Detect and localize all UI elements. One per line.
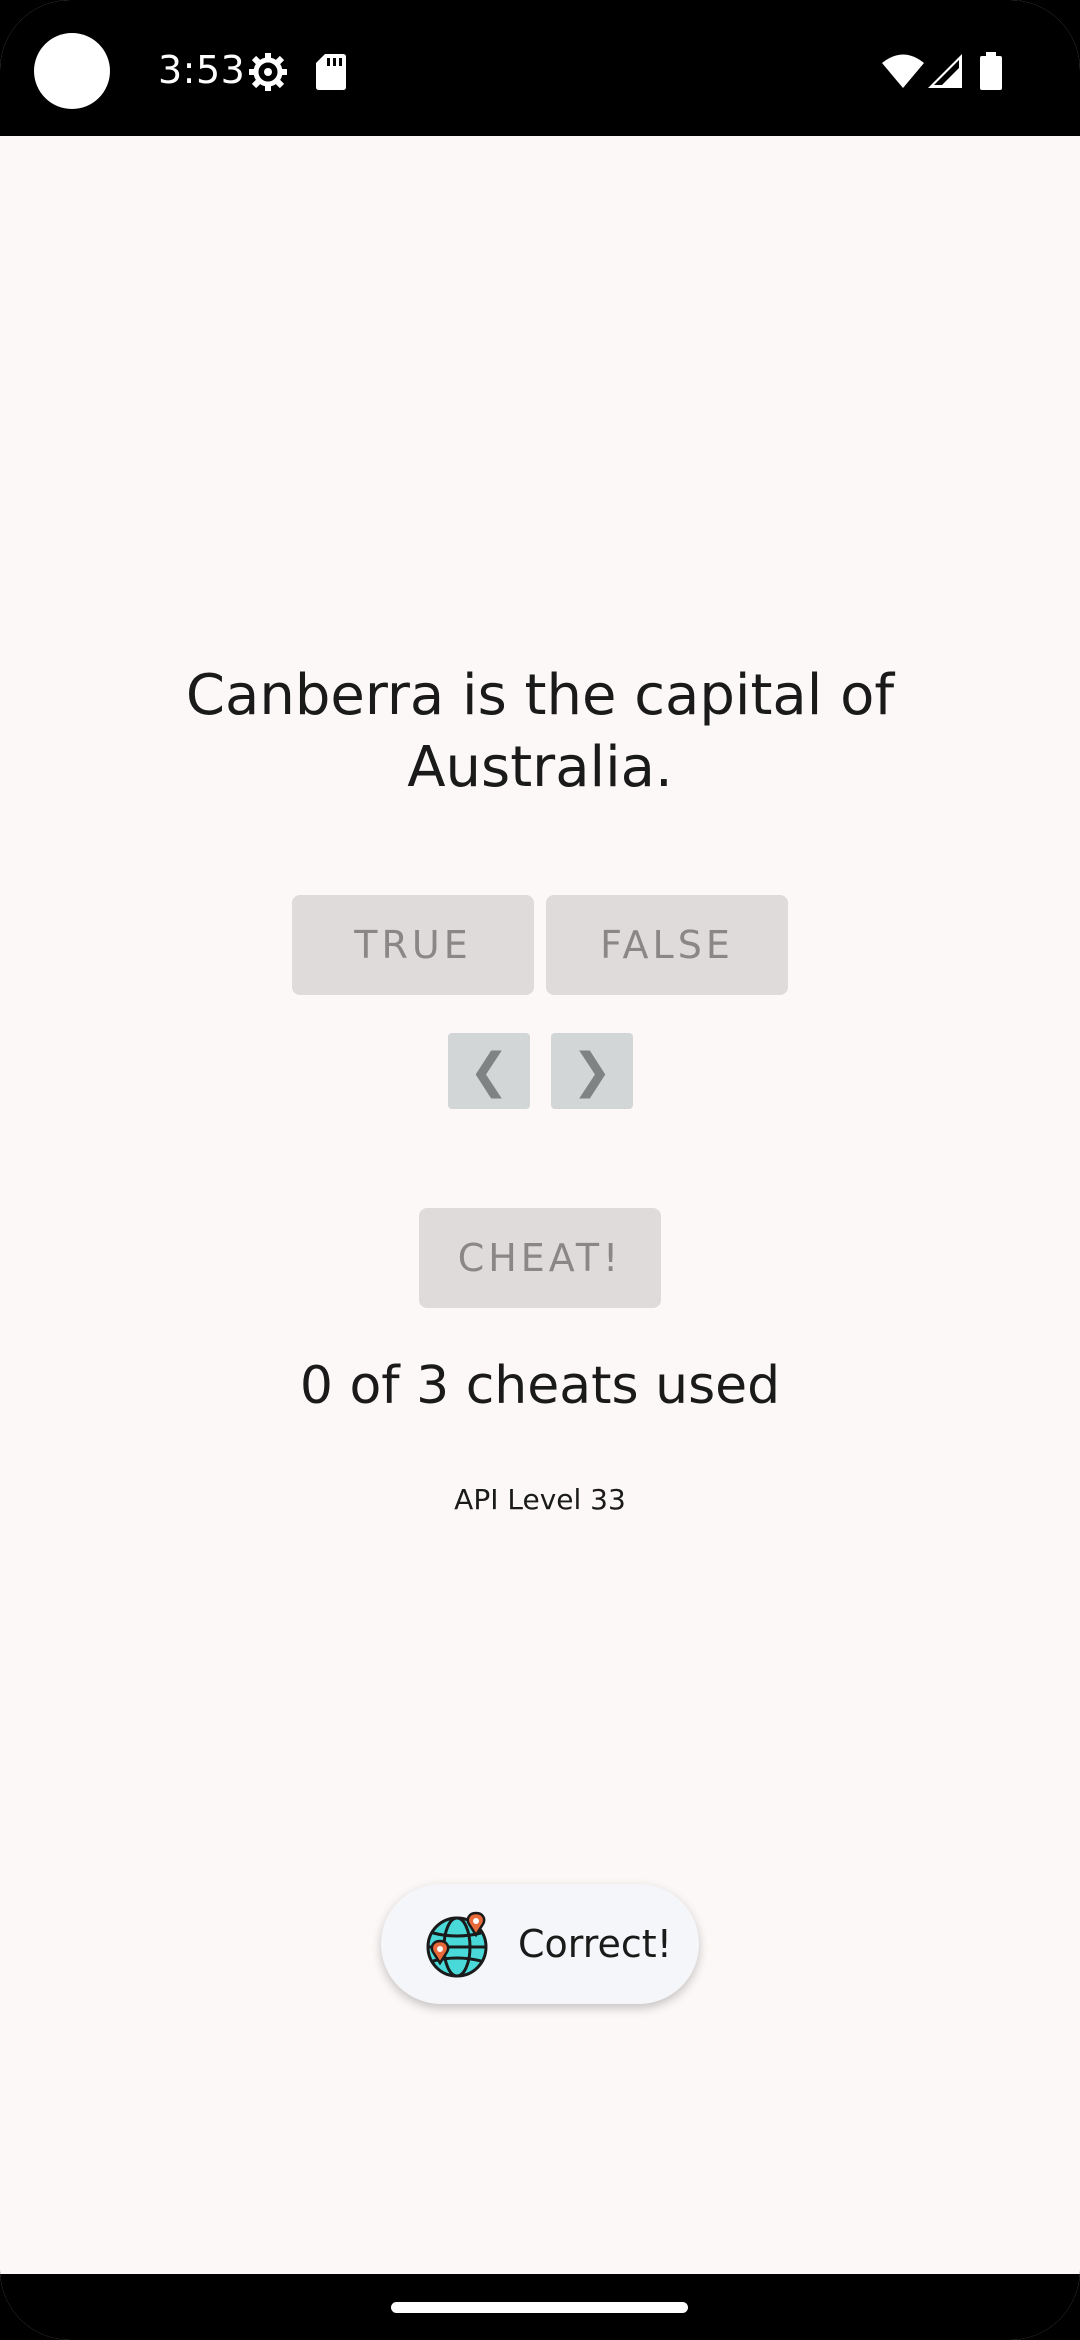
- cheat-button[interactable]: CHEAT!: [419, 1208, 661, 1308]
- next-question-button[interactable]: ❯: [551, 1033, 633, 1109]
- front-camera-cutout: [34, 33, 110, 109]
- chevron-right-icon: ❯: [571, 1043, 613, 1099]
- toast-message: Correct!: [381, 1884, 699, 2004]
- api-level-label: API Level 33: [454, 1483, 626, 1516]
- cell-signal-icon: [928, 54, 962, 88]
- true-button[interactable]: TRUE: [292, 895, 534, 995]
- false-button[interactable]: FALSE: [546, 895, 788, 995]
- wifi-icon: [882, 54, 924, 88]
- home-gesture-handle[interactable]: [391, 2302, 688, 2313]
- device-screen: 3:53 Canberra is the capital of Australi…: [0, 0, 1080, 2340]
- question-text: Canberra is the capital of Australia.: [185, 663, 895, 800]
- status-bar: 3:53: [0, 0, 1080, 136]
- cheats-used-counter: 0 of 3 cheats used: [299, 1356, 781, 1416]
- sd-card-icon: [316, 54, 346, 90]
- chevron-left-icon: ❮: [468, 1043, 510, 1099]
- battery-icon: [980, 52, 1002, 90]
- previous-question-button[interactable]: ❮: [448, 1033, 530, 1109]
- settings-gear-icon: [249, 53, 287, 91]
- toast-text: Correct!: [518, 1922, 672, 1966]
- globe-map-pin-icon: [426, 1911, 488, 1978]
- status-time: 3:53: [158, 48, 246, 92]
